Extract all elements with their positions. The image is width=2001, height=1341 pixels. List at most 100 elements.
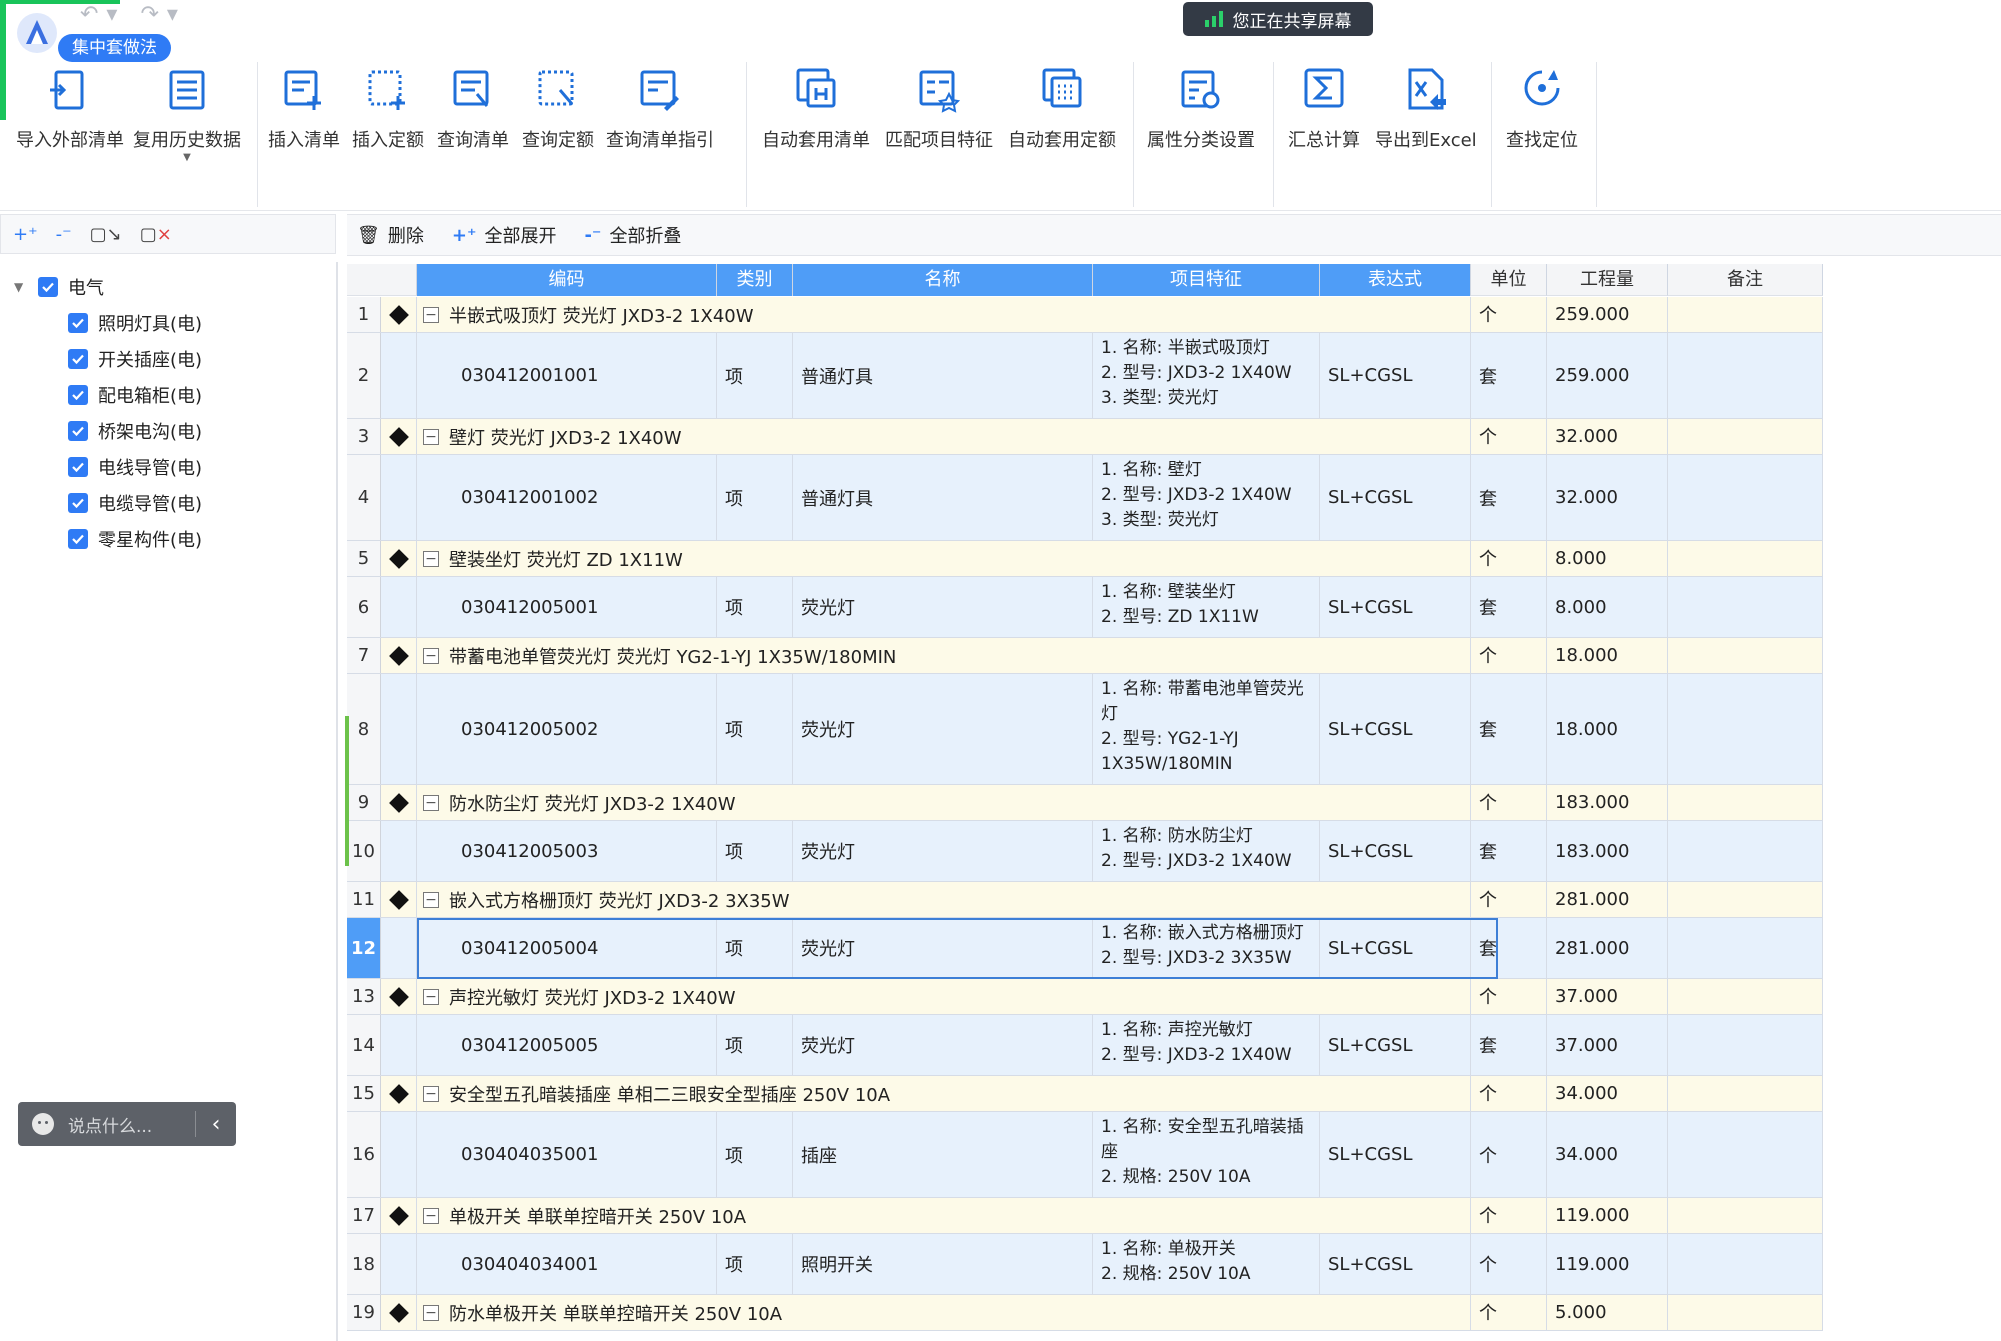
remark-cell[interactable] [1668,1295,1823,1330]
undo-redo-icons[interactable]: ↶▾ ↷▾ [80,2,186,27]
unit-cell[interactable]: 个 [1471,979,1547,1014]
quantity-cell[interactable]: 37.000 [1547,979,1668,1014]
remark-cell[interactable] [1668,419,1823,454]
collapse-toggle-icon[interactable]: − [423,794,439,811]
quantity-cell[interactable]: 34.000 [1547,1076,1668,1111]
collapse-all-button[interactable]: -⁻ 全部折叠 [584,222,681,248]
toolbar-button-query-quota[interactable]: 查询定额 [522,62,594,152]
tree-item[interactable]: 零星构件(电) [68,526,202,552]
remark-cell[interactable] [1668,1234,1823,1294]
header-name[interactable]: 名称 [793,264,1093,296]
tree-root[interactable]: ▼ 电气 [14,274,104,300]
tree-checkbox[interactable] [68,421,88,441]
expand-all-button[interactable]: +⁺ 全部展开 [452,222,557,248]
remark-cell[interactable] [1668,541,1823,576]
row-number[interactable]: 16 [347,1112,381,1197]
table-row[interactable]: 16 030404035001 项插座 1. 名称: 安全型五孔暗装插座 2. 规格: … [347,1112,1823,1198]
table-group-row[interactable]: 3− 壁灯 荧光灯 JXD3-2 1X40W 个 32.000 [347,419,1823,455]
unit-cell[interactable]: 个 [1471,1198,1547,1233]
type-cell[interactable]: 项 [717,1112,793,1197]
row-number[interactable]: 11 [347,882,381,917]
unit-cell[interactable]: 个 [1471,882,1547,917]
tree-checkbox[interactable] [68,457,88,477]
remark-cell[interactable] [1668,297,1823,332]
tree-item[interactable]: 开关插座(电) [68,346,202,372]
code-cell[interactable]: 030404035001 [417,1112,717,1197]
collapse-toggle-icon[interactable]: − [423,550,439,567]
quantity-cell[interactable]: 119.000 [1547,1198,1668,1233]
group-title-cell[interactable]: − 半嵌式吸顶灯 荧光灯 JXD3-2 1X40W [417,297,1471,332]
header-type[interactable]: 类别 [717,264,793,296]
code-cell[interactable]: 030412005004 [417,918,717,978]
header-feature[interactable]: 项目特征 [1093,264,1320,296]
expression-cell[interactable]: SL+CGSL [1320,1112,1471,1197]
group-title-cell[interactable]: − 带蓄电池单管荧光灯 荧光灯 YG2-1-YJ 1X35W/180MIN [417,638,1471,673]
expression-cell[interactable]: SL+CGSL [1320,821,1471,881]
tree-item[interactable]: 电缆导管(电) [68,490,202,516]
tree-expand-caret-icon[interactable]: ▼ [14,280,28,294]
feature-cell[interactable]: 1. 名称: 安全型五孔暗装插座 2. 规格: 250V 10A [1093,1112,1320,1197]
type-cell[interactable]: 项 [717,674,793,784]
row-number[interactable]: 19 [347,1295,381,1330]
expression-cell[interactable]: SL+CGSL [1320,918,1471,978]
dropdown-caret-icon[interactable]: ▼ [183,152,191,163]
unit-cell[interactable]: 个 [1471,1234,1547,1294]
unit-cell[interactable]: 个 [1471,419,1547,454]
select-box-icon[interactable]: ▢↘ [90,224,122,245]
quantity-cell[interactable]: 281.000 [1547,882,1668,917]
quantity-cell[interactable]: 259.000 [1547,297,1668,332]
tree-checkbox[interactable] [68,493,88,513]
collapse-toggle-icon[interactable]: − [423,428,439,445]
remark-cell[interactable] [1668,882,1823,917]
row-number[interactable]: 9 [347,785,381,820]
remark-cell[interactable] [1668,821,1823,881]
table-row[interactable]: 18 030404034001 项照明开关 1. 名称: 单极开关 2. 规格: 250… [347,1234,1823,1295]
clear-selection-icon[interactable]: ▢× [140,224,172,245]
unit-cell[interactable]: 个 [1471,638,1547,673]
collapse-tree-icon[interactable]: -⁻ [56,224,72,245]
unit-cell[interactable]: 套 [1471,577,1547,637]
tree-checkbox[interactable] [68,385,88,405]
quantity-cell[interactable]: 8.000 [1547,541,1668,576]
collapse-toggle-icon[interactable]: − [423,988,439,1005]
row-number[interactable]: 17 [347,1198,381,1233]
name-cell[interactable]: 荧光灯 [793,821,1093,881]
quantity-cell[interactable]: 18.000 [1547,674,1668,784]
unit-cell[interactable]: 套 [1471,455,1547,540]
collapse-toggle-icon[interactable]: − [423,1085,439,1102]
quantity-cell[interactable]: 281.000 [1547,918,1668,978]
name-cell[interactable]: 照明开关 [793,1234,1093,1294]
header-remark[interactable]: 备注 [1668,264,1823,296]
quantity-cell[interactable]: 34.000 [1547,1112,1668,1197]
name-cell[interactable]: 荧光灯 [793,674,1093,784]
table-group-row[interactable]: 17 − 单极开关 单联单控暗开关 250V 10A 个 119.000 [347,1198,1823,1234]
tree-checkbox[interactable] [68,529,88,549]
unit-cell[interactable]: 个 [1471,1295,1547,1330]
expression-cell[interactable]: SL+CGSL [1320,1234,1471,1294]
row-number[interactable]: 2 [347,333,381,418]
remark-cell[interactable] [1668,455,1823,540]
quantity-cell[interactable]: 119.000 [1547,1234,1668,1294]
remark-cell[interactable] [1668,1198,1823,1233]
expression-cell[interactable]: SL+CGSL [1320,1015,1471,1075]
collapse-toggle-icon[interactable]: − [423,1207,439,1224]
name-cell[interactable]: 荧光灯 [793,1015,1093,1075]
remark-cell[interactable] [1668,638,1823,673]
row-number[interactable]: 18 [347,1234,381,1294]
unit-cell[interactable]: 套 [1471,821,1547,881]
header-quantity[interactable]: 工程量 [1547,264,1668,296]
code-cell[interactable]: 030404034001 [417,1234,717,1294]
row-number[interactable]: 1 [347,297,381,332]
unit-cell[interactable]: 个 [1471,541,1547,576]
toolbar-button-attribute-setting[interactable]: 属性分类设置 [1147,62,1255,152]
unit-cell[interactable]: 个 [1471,785,1547,820]
remark-cell[interactable] [1668,1015,1823,1075]
toolbar-button-insert-quota[interactable]: 插入定额 [352,62,424,152]
code-cell[interactable]: 030412005005 [417,1015,717,1075]
remark-cell[interactable] [1668,785,1823,820]
group-title-cell[interactable]: − 单极开关 单联单控暗开关 250V 10A [417,1198,1471,1233]
table-group-row[interactable]: 15− 安全型五孔暗装插座 单相二三眼安全型插座 250V 10A 个 34.000 [347,1076,1823,1112]
type-cell[interactable]: 项 [717,918,793,978]
type-cell[interactable]: 项 [717,455,793,540]
collapse-toggle-icon[interactable]: − [423,1304,439,1321]
